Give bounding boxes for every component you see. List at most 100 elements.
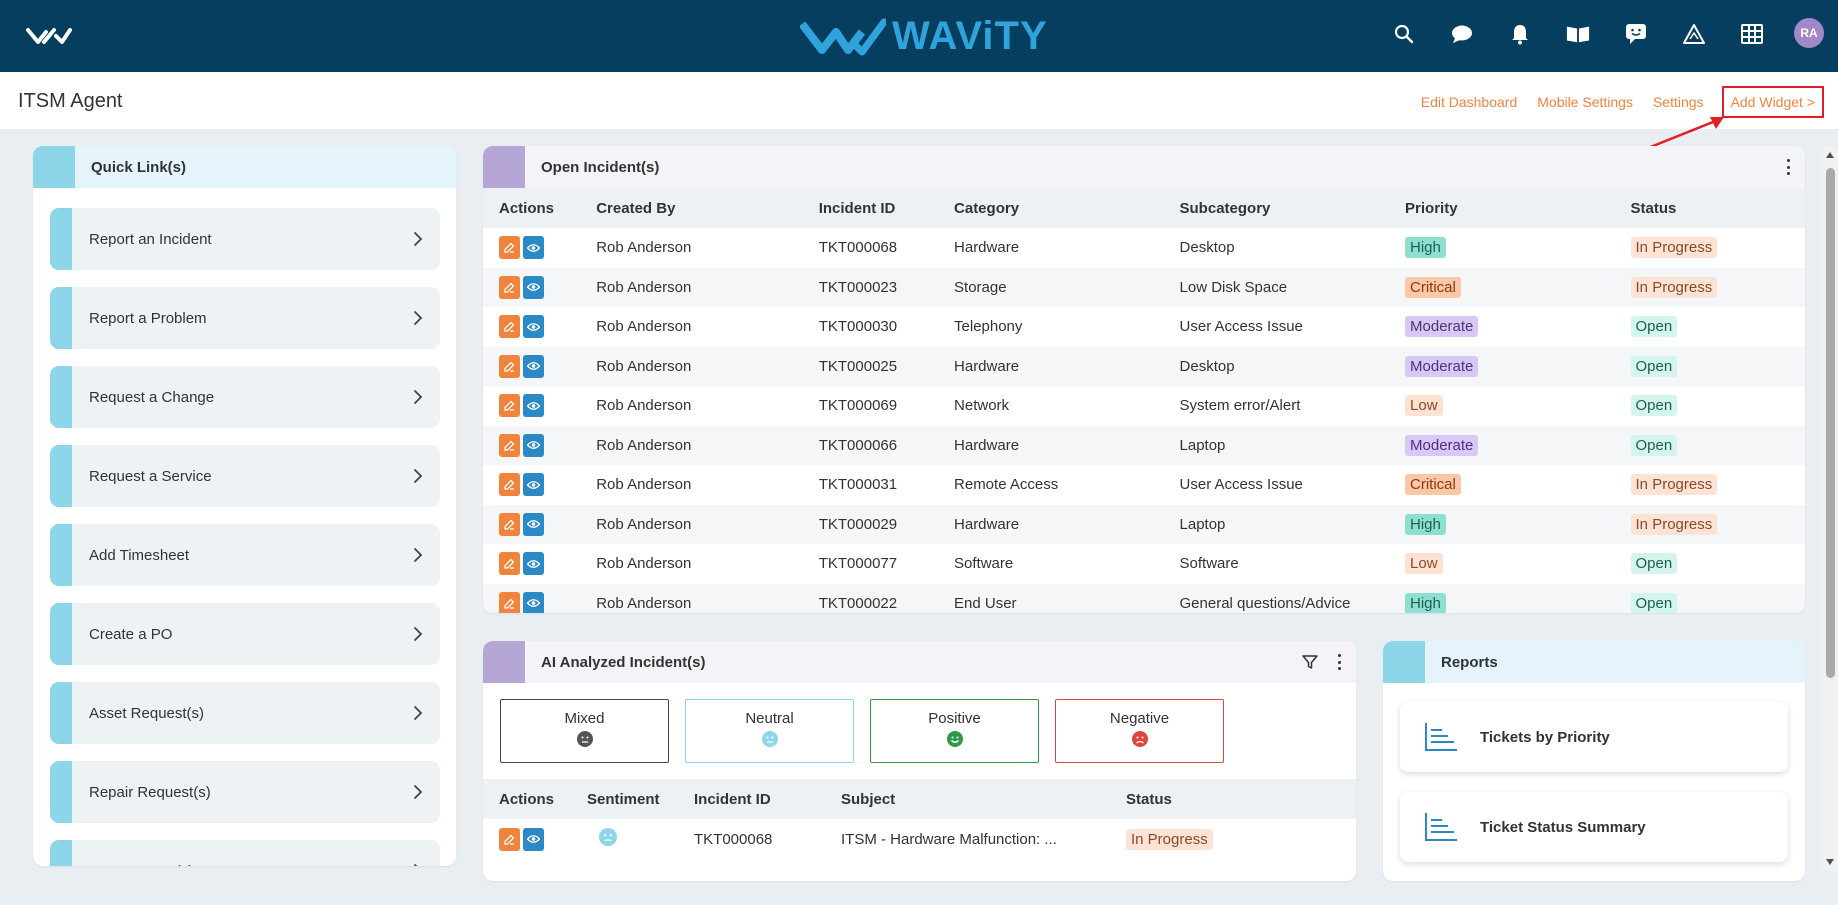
priority-cell: High xyxy=(1389,583,1615,613)
category-cell: Hardware xyxy=(938,346,1164,386)
edit-button[interactable] xyxy=(499,473,520,497)
edit-button[interactable] xyxy=(499,591,520,613)
view-button[interactable] xyxy=(523,473,544,497)
warning-triangle-icon[interactable] xyxy=(1682,22,1706,46)
eye-icon xyxy=(527,559,540,568)
chevron-right-icon xyxy=(414,548,423,562)
quick-link-item[interactable]: Request a Change xyxy=(50,366,440,428)
table-row[interactable]: Rob Anderson TKT000077 Software Software Low… xyxy=(483,544,1805,584)
created-by-cell: Rob Anderson xyxy=(580,346,803,386)
column-header: Subject xyxy=(825,779,1110,819)
status-badge: In Progress xyxy=(1630,276,1718,298)
edit-button[interactable] xyxy=(499,275,520,299)
card-accent xyxy=(483,641,525,683)
table-row[interactable]: Rob Anderson TKT000025 Hardware Desktop Mode… xyxy=(483,346,1805,386)
edit-button[interactable] xyxy=(499,433,520,457)
view-button[interactable] xyxy=(523,591,544,613)
more-options-icon[interactable] xyxy=(1787,159,1791,175)
view-button[interactable] xyxy=(523,827,544,851)
column-header: Incident ID xyxy=(802,188,939,228)
table-row[interactable]: Rob Anderson TKT000066 Hardware Laptop Moder… xyxy=(483,425,1805,465)
table-row[interactable]: Rob Anderson TKT000023 Storage Low Disk Spa… xyxy=(483,267,1805,307)
table-row[interactable]: Rob Anderson TKT000029 Hardware Laptop High I… xyxy=(483,504,1805,544)
sentiment-mixed-filter[interactable]: Mixed xyxy=(500,699,669,763)
scroll-up-icon[interactable] xyxy=(1826,152,1834,158)
chat-icon[interactable] xyxy=(1450,22,1474,46)
sentiment-positive-filter[interactable]: Positive xyxy=(870,699,1039,763)
edit-button[interactable] xyxy=(499,552,520,576)
column-header: Sentiment xyxy=(571,779,678,819)
view-button[interactable] xyxy=(523,552,544,576)
view-button[interactable] xyxy=(523,315,544,339)
quick-link-item[interactable]: Report an Incident xyxy=(50,208,440,270)
table-row[interactable]: Rob Anderson TKT000069 Network System error… xyxy=(483,386,1805,426)
sentiment-negative-filter[interactable]: Negative xyxy=(1055,699,1224,763)
table-row[interactable]: Rob Anderson TKT000022 End User General que… xyxy=(483,583,1805,613)
scroll-down-icon[interactable] xyxy=(1826,859,1834,865)
page-scrollbar[interactable] xyxy=(1823,146,1838,871)
quick-link-label: Report a Problem xyxy=(89,309,207,327)
table-row[interactable]: Rob Anderson TKT000030 Telephony User Acces… xyxy=(483,307,1805,347)
edit-button[interactable] xyxy=(499,354,520,378)
edit-button[interactable] xyxy=(499,236,520,260)
table-row[interactable]: Rob Anderson TKT000068 Hardware Desktop High… xyxy=(483,228,1805,268)
feedback-icon[interactable] xyxy=(1624,22,1648,46)
edit-button[interactable] xyxy=(499,394,520,418)
view-button[interactable] xyxy=(523,236,544,260)
bell-icon[interactable] xyxy=(1508,22,1532,46)
quick-link-item[interactable]: Asset Return(s) xyxy=(50,840,440,866)
table-row[interactable]: TKT000068 ITSM - Hardware Malfunction: ..… xyxy=(483,819,1356,859)
quick-link-item[interactable]: Create a PO xyxy=(50,603,440,665)
chevron-right-icon xyxy=(414,864,418,866)
view-button[interactable] xyxy=(523,512,544,536)
grid-icon[interactable] xyxy=(1740,22,1764,46)
view-button[interactable] xyxy=(523,354,544,378)
report-item[interactable]: Tickets by Priority xyxy=(1400,702,1788,772)
quick-link-item[interactable]: Request a Service xyxy=(50,445,440,507)
sentiment-neutral-filter[interactable]: Neutral xyxy=(685,699,854,763)
view-button[interactable] xyxy=(523,433,544,457)
actions-cell xyxy=(483,267,581,307)
quick-link-item[interactable]: Asset Request(s) xyxy=(50,682,440,744)
view-button[interactable] xyxy=(523,394,544,418)
quick-link-item[interactable]: Report a Problem xyxy=(50,287,440,349)
user-avatar[interactable]: RA xyxy=(1794,18,1824,48)
add-widget-link[interactable]: Add Widget > xyxy=(1721,86,1824,118)
edit-dashboard-link[interactable]: Edit Dashboard xyxy=(1421,94,1518,110)
search-icon[interactable] xyxy=(1392,22,1416,46)
chevron-right-icon xyxy=(414,390,423,404)
book-icon[interactable] xyxy=(1566,22,1590,46)
status-badge: Open xyxy=(1630,316,1678,338)
chevron-right-icon xyxy=(414,706,423,720)
brand-logo: WAViTY xyxy=(800,12,1048,60)
subcategory-cell: Software xyxy=(1179,555,1239,573)
more-options-icon[interactable] xyxy=(1338,654,1342,670)
quick-link-item[interactable]: Add Timesheet xyxy=(50,524,440,586)
open-incidents-title: Open Incident(s) xyxy=(541,158,660,176)
column-header: Category xyxy=(938,188,1164,228)
edit-icon xyxy=(504,519,515,530)
status-cell: Open xyxy=(1614,346,1805,386)
edit-button[interactable] xyxy=(499,827,520,851)
column-header: Status xyxy=(1614,188,1805,228)
actions-cell xyxy=(483,504,581,544)
table-row[interactable]: Rob Anderson TKT000031 Remote Access User A… xyxy=(483,465,1805,505)
settings-link[interactable]: Settings xyxy=(1653,94,1704,110)
column-header: Priority xyxy=(1389,188,1615,228)
app-logo-icon[interactable] xyxy=(26,24,72,48)
created-by-cell: Rob Anderson xyxy=(596,239,692,257)
filter-icon[interactable] xyxy=(1302,654,1318,670)
chevron-right-icon xyxy=(414,627,423,641)
quick-link-item[interactable]: Repair Request(s) xyxy=(50,761,440,823)
report-item[interactable]: Ticket Status Summary xyxy=(1400,792,1788,862)
chevron-right-icon xyxy=(414,311,423,325)
view-button[interactable] xyxy=(523,275,544,299)
row-actions xyxy=(499,552,580,576)
edit-button[interactable] xyxy=(499,512,520,536)
mobile-settings-link[interactable]: Mobile Settings xyxy=(1537,94,1633,110)
subcategory-cell: Desktop xyxy=(1163,346,1390,386)
edit-button[interactable] xyxy=(499,315,520,339)
priority-badge: Moderate xyxy=(1405,434,1479,456)
ai-analyzed-incidents-widget: AI Analyzed Incident(s) Mixed Neutral Po… xyxy=(483,641,1356,881)
scroll-thumb[interactable] xyxy=(1826,168,1835,678)
